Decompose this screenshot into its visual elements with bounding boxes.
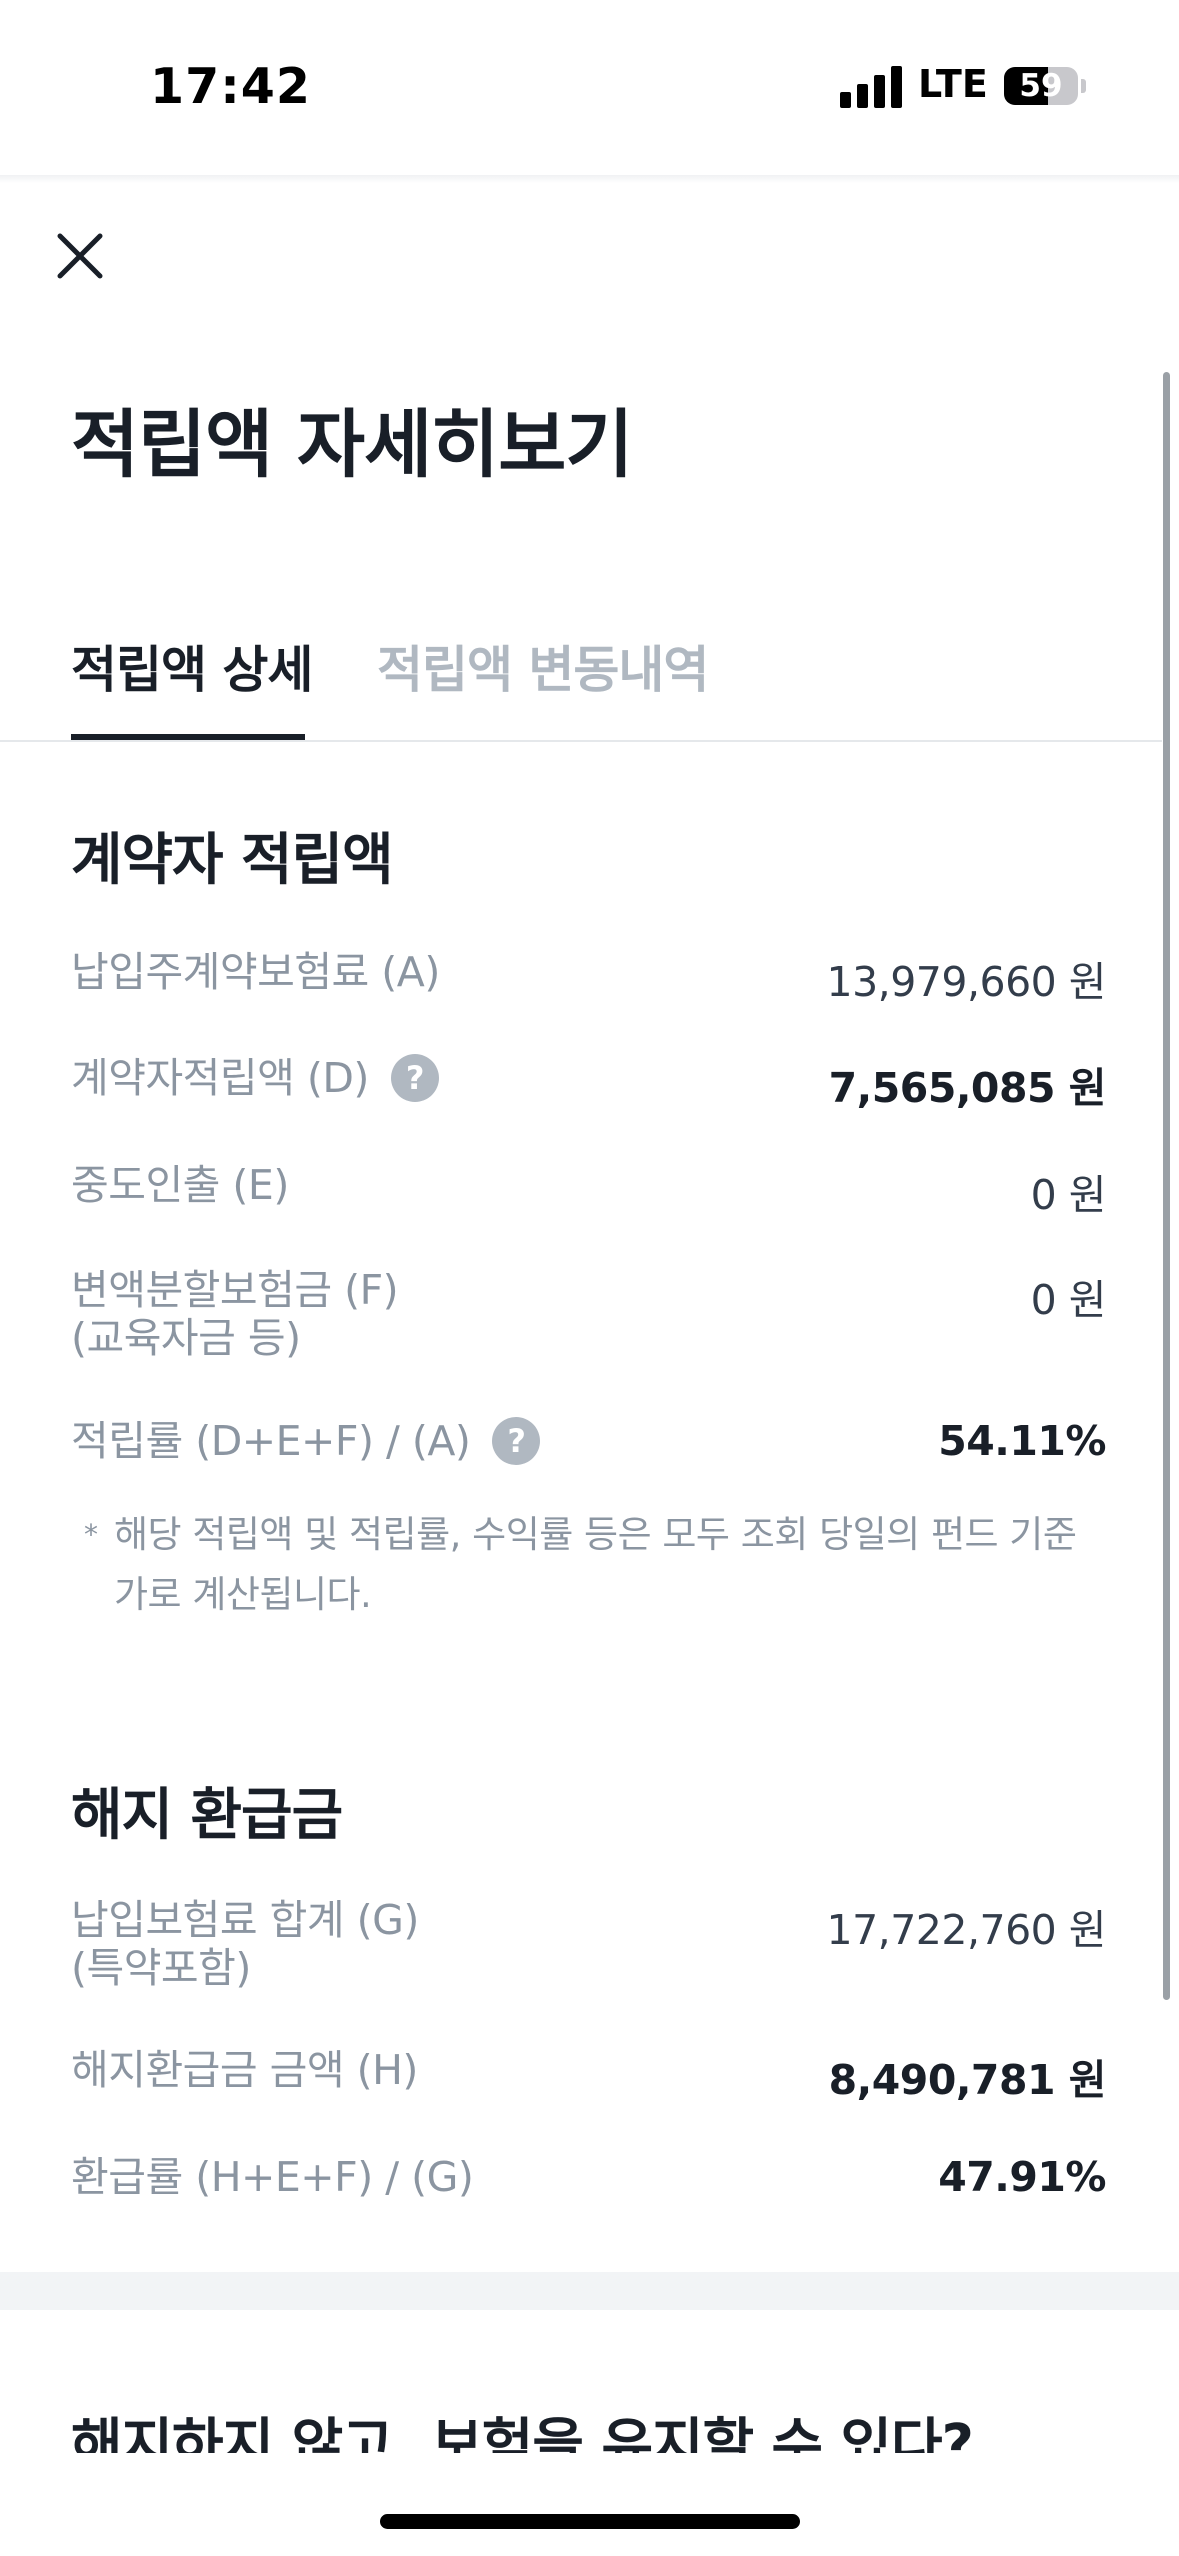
scrollbar[interactable] bbox=[1163, 372, 1170, 2000]
battery-percent: 59 bbox=[1019, 68, 1063, 104]
row-label-line2: (특약포함) bbox=[71, 1944, 251, 1992]
bottom-safe-area bbox=[0, 2453, 1179, 2556]
row-label-line1: 변액분할보험금 (F) bbox=[71, 1266, 399, 1314]
row-label-contractor-reserve: 계약자적립액 (D)? bbox=[71, 1054, 439, 1102]
close-icon bbox=[57, 233, 103, 279]
battery-icon: 59 bbox=[1004, 67, 1078, 105]
row-label-line2: (교육자금 등) bbox=[71, 1314, 301, 1362]
row-value-paid-main-premium: 13,979,660 원 bbox=[826, 958, 1106, 1006]
help-icon[interactable]: ? bbox=[492, 1417, 541, 1465]
sheet-top-edge bbox=[0, 175, 1179, 183]
section-separator bbox=[0, 2272, 1179, 2310]
row-label-variable-installment: 변액분할보험금 (F) (교육자금 등) bbox=[71, 1266, 399, 1362]
row-value-refund-amount: 8,490,781 원 bbox=[828, 2056, 1107, 2104]
battery-cap bbox=[1081, 79, 1086, 93]
row-value-accumulation-rate: 54.11% bbox=[938, 1417, 1106, 1465]
footnote-text: 해당 적립액 및 적립률, 수익률 등은 모두 조회 당일의 펀드 기준가로 계… bbox=[114, 1513, 1077, 1616]
page-title: 적립액 자세히보기 bbox=[71, 402, 633, 488]
footnote: * 해당 적립액 및 적립률, 수익률 등은 모두 조회 당일의 펀드 기준가로 … bbox=[84, 1505, 1104, 1625]
footnote-mark: * bbox=[84, 1518, 98, 1551]
section-title-contractor: 계약자 적립액 bbox=[71, 828, 394, 893]
row-label-interim-withdrawal: 중도인출 (E) bbox=[71, 1161, 289, 1209]
status-bar: 17:42 LTE 59 bbox=[0, 0, 1179, 175]
row-label-refund-amount: 해지환급금 금액 (H) bbox=[71, 2046, 418, 2094]
tab-accumulated-history[interactable]: 적립액 변동내역 bbox=[377, 630, 709, 702]
row-label-text: 적립률 (D+E+F) / (A) bbox=[71, 1417, 471, 1465]
row-label-accumulation-rate: 적립률 (D+E+F) / (A)? bbox=[71, 1417, 541, 1465]
row-label-line1: 납입보험료 합계 (G) bbox=[71, 1896, 419, 1944]
signal-icon bbox=[840, 66, 902, 108]
row-value-variable-installment: 0 원 bbox=[1030, 1276, 1107, 1324]
status-time: 17:42 bbox=[150, 58, 311, 115]
network-type: LTE bbox=[918, 62, 988, 106]
close-button[interactable] bbox=[50, 226, 110, 286]
row-value-refund-rate: 47.91% bbox=[938, 2153, 1106, 2201]
row-value-contractor-reserve: 7,565,085 원 bbox=[828, 1064, 1107, 1112]
tab-accumulated-detail[interactable]: 적립액 상세 bbox=[71, 630, 313, 702]
row-label-refund-rate: 환급률 (H+E+F) / (G) bbox=[71, 2153, 474, 2201]
tab-divider bbox=[0, 740, 1162, 742]
home-indicator[interactable] bbox=[380, 2514, 800, 2529]
row-label-text: 계약자적립액 (D) bbox=[71, 1054, 369, 1102]
row-label-total-premium: 납입보험료 합계 (G) (특약포함) bbox=[71, 1896, 419, 1992]
help-icon[interactable]: ? bbox=[390, 1054, 439, 1102]
section-title-refund: 해지 환급금 bbox=[71, 1783, 343, 1848]
row-value-interim-withdrawal: 0 원 bbox=[1030, 1171, 1107, 1219]
row-value-total-premium: 17,722,760 원 bbox=[826, 1906, 1106, 1954]
row-label-paid-main-premium: 납입주계약보험료 (A) bbox=[71, 948, 440, 996]
